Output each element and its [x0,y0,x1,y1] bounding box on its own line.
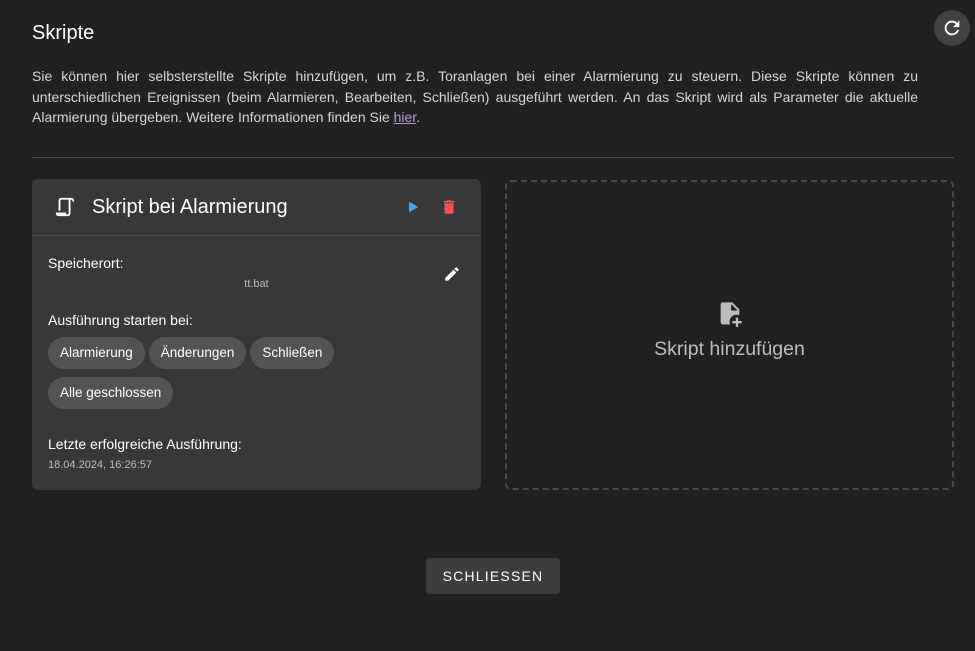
script-icon [54,195,78,219]
description-body: Sie können hier selbsterstellte Skripte … [32,68,918,125]
refresh-button[interactable] [934,10,970,46]
delete-script-button[interactable] [437,195,461,219]
chip-alarmierung[interactable]: Alarmierung [48,337,145,369]
add-script-card[interactable]: Skript hinzufügen [505,180,954,490]
file-plus-icon [720,301,742,327]
divider [32,157,954,158]
refresh-icon [944,20,960,36]
delete-icon [443,200,455,214]
close-button[interactable]: SCHLIESSEN [426,558,560,594]
edit-storage-button[interactable] [440,262,464,286]
chip-aenderungen[interactable]: Änderungen [148,337,247,369]
scripts-dialog: Skripte Sie können hier selbsterstellte … [0,0,975,651]
script-card-title: Skript bei Alarmierung [92,195,288,218]
run-script-button[interactable] [401,195,425,219]
storage-label: Speicherort: [48,255,124,271]
description-text: Sie können hier selbsterstellte Skripte … [32,66,918,128]
trigger-chips: Alarmierung Änderungen Schließen Alle gesch… [48,337,468,417]
description-suffix: . [416,109,421,125]
script-card: Skript bei Alarmierung Speicherort: tt.b… [32,179,481,490]
chip-schliessen[interactable]: Schließen [250,337,335,369]
pencil-icon [445,267,459,281]
last-execution-label: Letzte erfolgreiche Ausführung: [48,436,242,452]
add-script-label: Skript hinzufügen [654,337,805,360]
storage-value: tt.bat [244,278,269,290]
more-info-link[interactable]: hier [394,109,417,125]
chip-alle-geschlossen[interactable]: Alle geschlossen [48,377,174,409]
last-execution-value: 18.04.2024, 16:26:57 [48,459,152,471]
execution-label: Ausführung starten bei: [48,312,193,328]
play-icon [409,201,419,213]
script-card-header: Skript bei Alarmierung [32,179,481,236]
page-title: Skripte [32,22,95,44]
